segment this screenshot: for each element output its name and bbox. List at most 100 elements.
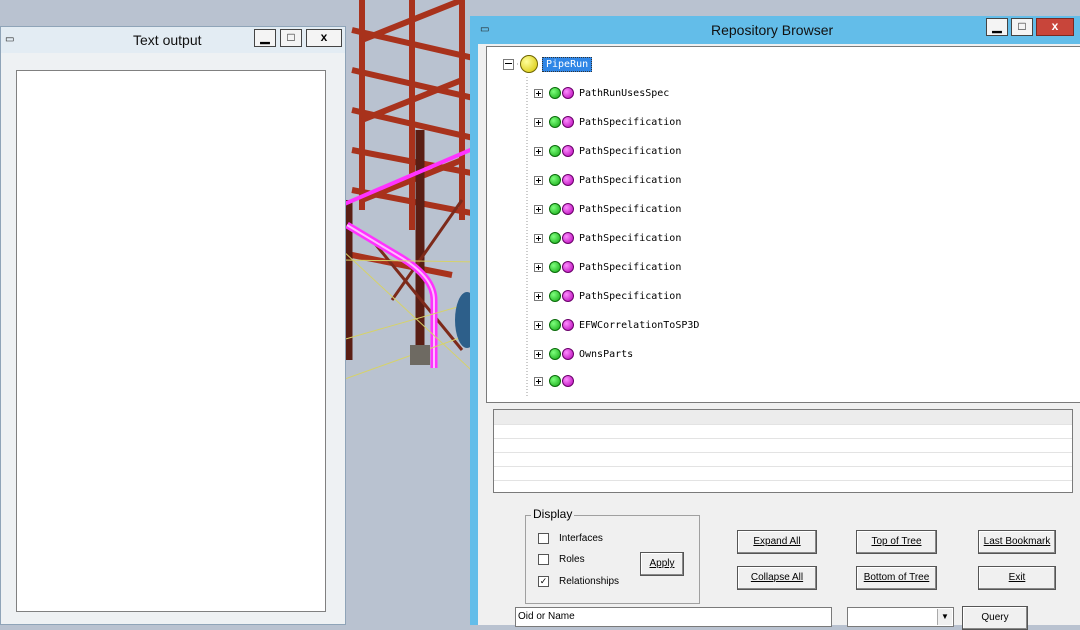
interface-ball-icon (549, 319, 561, 331)
minimize-icon: ▁ (260, 30, 270, 44)
text-output-window: ▭ Text output ▁ □ x (0, 26, 346, 625)
exit-button[interactable]: Exit (978, 566, 1056, 590)
grid-header (494, 410, 1072, 424)
relationship-ball-icon (562, 145, 574, 157)
roles-checkbox[interactable]: Roles (538, 554, 585, 565)
checkbox-label: Roles (559, 554, 585, 565)
dropdown-arrow-icon[interactable]: ▼ (937, 609, 952, 625)
checkbox-icon[interactable] (538, 554, 549, 565)
tree-node-label: PathSpecification (579, 290, 682, 302)
app-icon[interactable]: ▭ (5, 34, 14, 45)
expand-icon[interactable] (534, 349, 543, 359)
expand-icon[interactable] (534, 291, 543, 301)
expand-icon[interactable] (534, 88, 543, 98)
tree-node-label: PathSpecification (579, 174, 682, 186)
expand-icon[interactable] (534, 262, 543, 272)
tree-node-partial[interactable] (534, 375, 579, 387)
close-button[interactable]: x (306, 29, 342, 47)
tree-node-label: PipeRun (542, 56, 593, 72)
maximize-icon: □ (1018, 19, 1026, 33)
interface-ball-icon (549, 87, 561, 99)
tree-node-label: EFWCorrelationToSP3D (579, 319, 700, 331)
text-output-title: Text output (133, 32, 202, 48)
repository-browser-client: PipeRun PathRunUsesSpec PathSpecificatio… (478, 44, 1080, 630)
tree-node[interactable]: EFWCorrelationToSP3D (534, 317, 699, 333)
tree-node[interactable]: PathSpecification (534, 230, 681, 246)
object-ball-icon (520, 55, 538, 73)
apply-button[interactable]: Apply (640, 552, 684, 576)
display-legend: Display (531, 507, 575, 521)
text-output-titlebar[interactable]: ▭ Text output ▁ □ x (1, 27, 345, 53)
display-options-group: Display Interfaces Roles ✓ Relationships … (525, 507, 700, 604)
relationship-ball-icon (562, 116, 574, 128)
top-of-tree-button[interactable]: Top of Tree (856, 530, 937, 554)
expand-all-button[interactable]: Expand All (737, 530, 817, 554)
tree-node[interactable]: PathSpecification (534, 172, 681, 188)
relationship-ball-icon (562, 319, 574, 331)
interfaces-checkbox[interactable]: Interfaces (538, 533, 603, 544)
tree-node[interactable]: PathSpecification (534, 114, 681, 130)
interface-ball-icon (549, 174, 561, 186)
relationship-ball-icon (562, 174, 574, 186)
maximize-button[interactable]: □ (1011, 18, 1033, 36)
collapse-icon[interactable] (503, 58, 514, 70)
interface-ball-icon (549, 232, 561, 244)
checkmark-icon[interactable]: ✓ (538, 576, 549, 587)
grid-row-line (494, 424, 1072, 425)
tree-node-label: PathSpecification (579, 116, 682, 128)
3d-model-viewport[interactable] (341, 0, 483, 625)
expand-icon[interactable] (534, 320, 543, 330)
query-button[interactable]: Query (962, 606, 1028, 630)
tree-node[interactable]: PathRunUsesSpec (534, 85, 669, 101)
minimize-button[interactable]: ▁ (986, 18, 1008, 36)
relationship-ball-icon (562, 232, 574, 244)
object-tree[interactable]: PipeRun PathRunUsesSpec PathSpecificatio… (486, 46, 1080, 403)
relationships-checkbox[interactable]: ✓ Relationships (538, 576, 619, 587)
interface-ball-icon (549, 116, 561, 128)
bottom-of-tree-button[interactable]: Bottom of Tree (856, 566, 937, 590)
relationship-ball-icon (562, 87, 574, 99)
relationship-ball-icon (562, 348, 574, 360)
collapse-all-button[interactable]: Collapse All (737, 566, 817, 590)
expand-icon[interactable] (534, 175, 543, 185)
query-type-select[interactable]: ▼ (847, 607, 954, 627)
expand-icon[interactable] (534, 233, 543, 243)
last-bookmark-button[interactable]: Last Bookmark (978, 530, 1056, 554)
interface-ball-icon (549, 203, 561, 215)
tree-node-label: PathSpecification (579, 232, 682, 244)
tree-root[interactable]: PipeRun (503, 55, 593, 73)
tree-node[interactable]: PathSpecification (534, 288, 681, 304)
maximize-button[interactable]: □ (280, 29, 302, 47)
tree-node-label: PathRunUsesSpec (579, 87, 670, 99)
relationship-ball-icon (562, 375, 574, 387)
tree-node-label: OwnsParts (579, 348, 634, 360)
interface-ball-icon (549, 261, 561, 273)
interface-ball-icon (549, 290, 561, 302)
grid-row-line (494, 452, 1072, 453)
close-icon: x (320, 30, 328, 44)
properties-grid[interactable] (493, 409, 1073, 493)
checkbox-icon[interactable] (538, 533, 549, 544)
tree-node[interactable]: PathSpecification (534, 201, 681, 217)
tree-node[interactable]: OwnsParts (534, 346, 633, 362)
repository-browser-window: ▭ Repository Browser ▁ □ x PipeRun PathR… (470, 16, 1080, 630)
expand-icon[interactable] (534, 146, 543, 156)
checkbox-label: Interfaces (559, 533, 603, 544)
expand-icon[interactable] (534, 376, 543, 386)
app-icon[interactable]: ▭ (480, 24, 489, 35)
expand-icon[interactable] (534, 204, 543, 214)
minimize-button[interactable]: ▁ (254, 29, 276, 47)
tree-node[interactable]: PathSpecification (534, 143, 681, 159)
tree-node[interactable]: PathSpecification (534, 259, 681, 275)
relationship-ball-icon (562, 203, 574, 215)
tree-node-label: PathSpecification (579, 203, 682, 215)
expand-icon[interactable] (534, 117, 543, 127)
interface-ball-icon (549, 145, 561, 157)
tree-node-label: PathSpecification (579, 145, 682, 157)
grid-row-line (494, 438, 1072, 439)
relationship-ball-icon (562, 290, 574, 302)
text-output-area[interactable] (16, 70, 326, 612)
close-button[interactable]: x (1036, 18, 1074, 36)
oid-or-name-input[interactable]: Oid or Name (515, 607, 832, 627)
interface-ball-icon (549, 375, 561, 387)
